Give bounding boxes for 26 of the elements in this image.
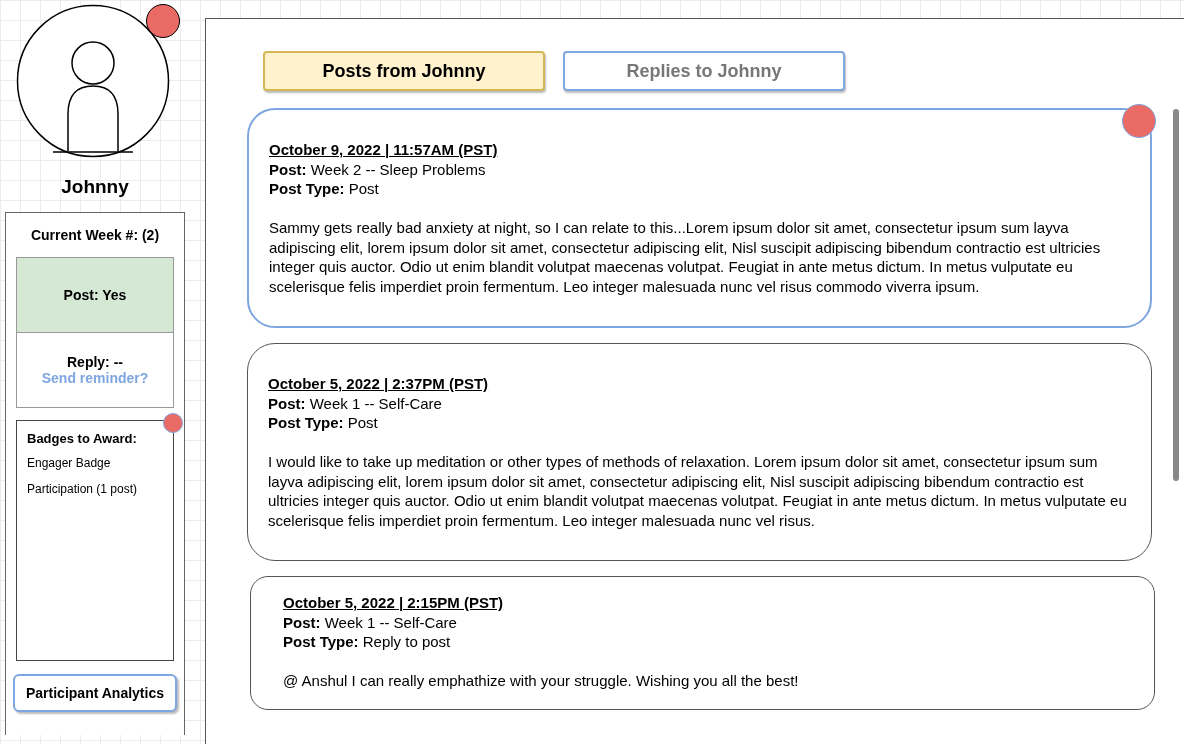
scrollbar[interactable] <box>1173 109 1179 481</box>
post-body: I would like to take up meditation or other types of methods of relaxation. Lorem ipsum dolor sit amet, consectetur ipsum sum layva adipiscing elit, lorem ipsum dolor sit amet, consectetur adipiscing elit, Nisl suscipit adipiscing bibendum contractio est ultricies integer quis auctor. Odio ut enim blandit volutpat maecenas volutpat. Feugiat in ante metus dictum. In metus vulputate eu scelerisque felis imperdiet proin fermentum. Leo integer malesuada nunc vel risus. <box>268 452 1128 531</box>
avatar-icon <box>16 4 170 158</box>
post-body: @ Anshul I can really emphathize with your struggle. Wishing you all the best! <box>283 671 800 691</box>
badges-title: Badges to Award: <box>27 431 138 446</box>
analytics-button[interactable]: Participant Analytics <box>13 674 177 712</box>
post-title: Post: Week 1 -- Self-Care <box>268 393 443 413</box>
post-title: Post: Week 1 -- Self-Care <box>283 612 458 632</box>
status-text: Reply: -- <box>67 354 123 370</box>
post-card[interactable] <box>247 343 1152 561</box>
post-date: October 5, 2022 | 2:15PM (PST) <box>283 593 505 613</box>
post-type: Post Type: Post <box>268 413 379 433</box>
post-date: October 5, 2022 | 2:37PM (PST) <box>268 374 490 394</box>
week-title: Current Week #: (2) <box>29 227 161 243</box>
post-type: Post Type: Post <box>269 179 380 199</box>
status-text: Post: Yes <box>63 287 127 303</box>
tab[interactable]: Replies to Johnny <box>563 51 845 91</box>
badge-item: Participation (1 post) <box>27 482 139 496</box>
post-type: Post Type: Reply to post <box>283 632 452 652</box>
post-body: Sammy gets really bad anxiety at night, so I can relate to this...Lorem ipsum dolor sit amet, consectetur ipsum sum layva adipiscing elit, lorem ipsum dolor sit amet, consectetur adipiscing elit, Nisl suscipit adipiscing bibendum contractio est ultricies integer quis auctor. Odio ut enim blandit volutpat maecenas volutpat. Feugiat in ante metus dictum. In metus vulputate eu scelerisque felis imperdiet proin fermentum. Leo integer malesuada nunc vel risus commodo viverra ipsum. <box>269 218 1102 297</box>
post-card[interactable]: October 5, 2022 | 2:15PM (PST) Post: Week 1 -- Self-Care Post Type: Reply to post @ Anshul I can really emphathize with your struggle. Wishing you all the best! <box>250 576 1155 710</box>
tab[interactable]: Posts from Johnny <box>263 51 545 91</box>
badge-item: Engager Badge <box>27 456 112 470</box>
post-title: Post: Week 2 -- Sleep Problems <box>269 159 487 179</box>
profile-name: Johnny <box>60 176 130 198</box>
post-date: October 9, 2022 | 11:57AM (PST) <box>269 140 499 160</box>
